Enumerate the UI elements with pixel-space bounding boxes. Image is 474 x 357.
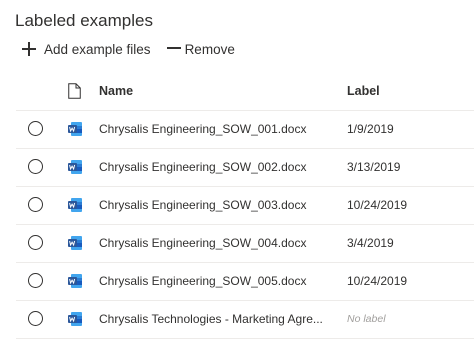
table-row[interactable]: Chrysalis Engineering_SOW_001.docx 1/9/2…: [16, 111, 474, 149]
file-name[interactable]: Chrysalis Engineering_SOW_002.docx: [99, 160, 306, 174]
add-example-files-label: Add example files: [44, 41, 151, 57]
file-label: 1/9/2019: [347, 122, 394, 136]
file-label: 3/13/2019: [347, 160, 401, 174]
remove-label: Remove: [184, 41, 235, 57]
word-file-icon: [67, 159, 83, 180]
file-name[interactable]: Chrysalis Technologies - Marketing Agre.…: [99, 312, 323, 326]
table-row[interactable]: Chrysalis Engineering_SOW_003.docx 10/24…: [16, 187, 474, 225]
row-select-radio[interactable]: [28, 197, 43, 212]
file-name[interactable]: Chrysalis Engineering_SOW_003.docx: [99, 198, 306, 212]
word-file-icon: [67, 121, 83, 142]
table-row[interactable]: Chrysalis Engineering_SOW_004.docx 3/4/2…: [16, 225, 474, 263]
word-file-icon: [67, 273, 83, 294]
file-label-placeholder: No label: [347, 313, 386, 325]
labeled-examples-table: Name Label Chrysalis Engineering_SOW_001…: [16, 72, 474, 339]
page-title: Labeled examples: [15, 11, 153, 30]
row-select-radio[interactable]: [28, 121, 43, 136]
column-header-name[interactable]: Name: [99, 84, 133, 98]
row-select-radio[interactable]: [28, 235, 43, 250]
table-header-row: Name Label: [16, 72, 474, 111]
table-row[interactable]: Chrysalis Engineering_SOW_005.docx 10/24…: [16, 263, 474, 301]
remove-button[interactable]: Remove: [166, 41, 235, 57]
word-file-icon: [67, 197, 83, 218]
table-row[interactable]: Chrysalis Technologies - Marketing Agre.…: [16, 301, 474, 339]
word-file-icon: [67, 235, 83, 256]
column-header-label[interactable]: Label: [347, 84, 380, 98]
row-select-radio[interactable]: [28, 273, 43, 288]
row-select-radio[interactable]: [28, 311, 43, 326]
minus-icon: [166, 47, 181, 49]
row-select-radio[interactable]: [28, 159, 43, 174]
toolbar: Add example files Remove: [22, 39, 235, 59]
file-label: 10/24/2019: [347, 198, 408, 212]
file-label: 10/24/2019: [347, 274, 408, 288]
plus-icon: [22, 42, 36, 56]
table-row[interactable]: Chrysalis Engineering_SOW_002.docx 3/13/…: [16, 149, 474, 187]
file-label: 3/4/2019: [347, 236, 394, 250]
file-name[interactable]: Chrysalis Engineering_SOW_005.docx: [99, 274, 306, 288]
file-name[interactable]: Chrysalis Engineering_SOW_004.docx: [99, 236, 306, 250]
file-name[interactable]: Chrysalis Engineering_SOW_001.docx: [99, 122, 306, 136]
document-icon: [68, 83, 81, 104]
add-example-files-button[interactable]: Add example files: [22, 42, 151, 57]
word-file-icon: [67, 311, 83, 332]
